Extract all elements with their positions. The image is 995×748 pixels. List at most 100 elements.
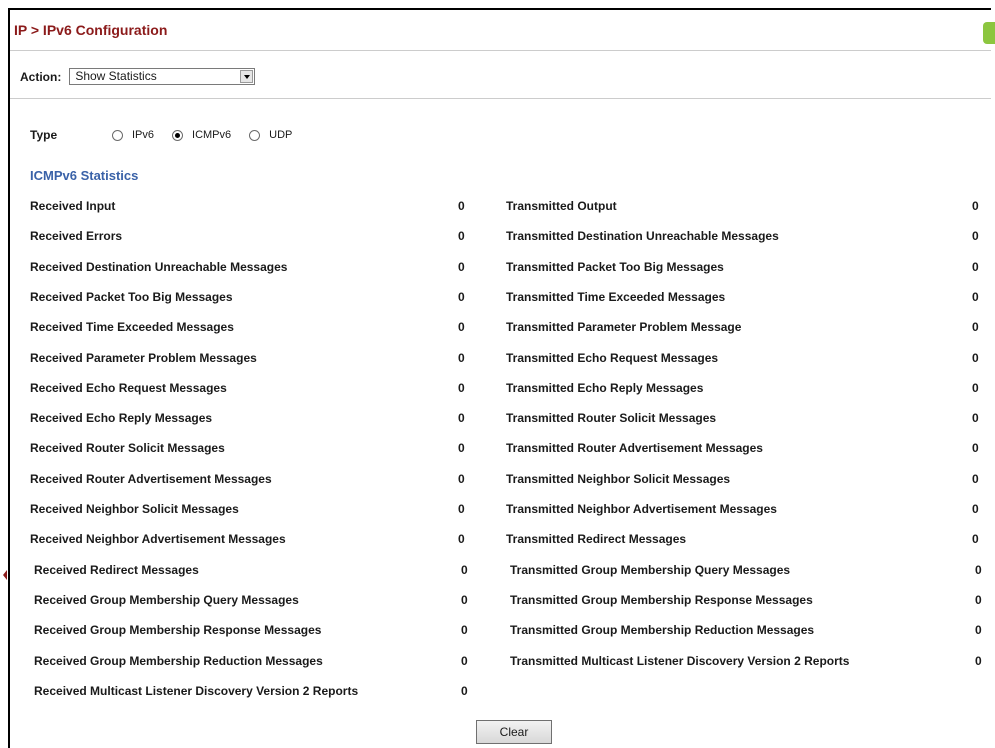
stat-value-received: 0 (458, 502, 465, 516)
stat-label-transmitted: Transmitted Group Membership Query Messa… (510, 562, 791, 577)
table-row: Received Time Exceeded Messages 0 Transmit… (10, 311, 991, 341)
stat-label-transmitted: Transmitted Redirect Messages (506, 532, 687, 547)
stat-label-transmitted: Transmitted Output (506, 199, 617, 213)
stat-value-transmitted: 0 (975, 653, 982, 668)
stat-value-transmitted: 0 (972, 350, 979, 365)
action-select-value: Show Statistics (75, 69, 157, 83)
margin-marker (3, 570, 7, 580)
stat-value-received: 0 (461, 562, 468, 577)
table-row: Received Router Solicit Messages 0 Transmi… (10, 432, 991, 462)
stat-label-transmitted: Transmitted Packet Too Big Messages (506, 259, 724, 274)
stat-value-transmitted: 0 (972, 532, 979, 547)
stat-value-received: 0 (461, 592, 468, 607)
stat-label-transmitted: Transmitted Multicast Listener Discovery… (510, 653, 850, 668)
radio-icmpv6[interactable] (172, 129, 184, 141)
type-option-ipv6[interactable]: IPv6 (112, 129, 154, 141)
stat-value-transmitted: 0 (972, 320, 979, 335)
stat-label-received: Received Echo Reply Messages (30, 411, 213, 426)
table-row: Received Multicast Listener Discovery Ve… (10, 675, 991, 705)
action-select[interactable]: Show Statistics (69, 68, 256, 85)
page-header: IP > IPv6 Configuration (14, 22, 167, 50)
stat-label-received: Received Group Membership Query Messages (34, 592, 299, 607)
table-row: Received Redirect Messages 0 Transmitted G… (10, 554, 991, 584)
stat-label-transmitted: Transmitted Router Solicit Messages (506, 411, 717, 426)
stat-label-received: Received Errors (30, 229, 123, 244)
stat-value-received: 0 (461, 653, 468, 668)
stat-label-received: Received Input (30, 199, 116, 213)
stat-value-received: 0 (461, 683, 468, 698)
table-row: Received Echo Request Messages 0 Transmitt… (10, 372, 991, 402)
stat-label-transmitted: Transmitted Neighbor Solicit Messages (506, 471, 731, 486)
stat-label-received: Received Parameter Problem Messages (30, 350, 257, 365)
stat-value-received: 0 (458, 441, 465, 456)
type-option-udp[interactable]: UDP (249, 129, 292, 141)
stat-value-transmitted: 0 (972, 380, 979, 395)
stat-value-transmitted: 0 (972, 502, 979, 516)
chevron-down-icon[interactable] (240, 70, 254, 83)
stat-label-transmitted: Transmitted Neighbor Advertisement Messa… (506, 502, 777, 516)
section-title: ICMPv6 Statistics (30, 168, 139, 183)
stat-label-received: Received Group Membership Reduction Mess… (34, 653, 323, 668)
stat-label-transmitted: Transmitted Time Exceeded Messages (506, 289, 726, 304)
stat-value-received: 0 (458, 350, 465, 365)
stat-label-received: Received Group Membership Response Messa… (34, 623, 322, 638)
stat-value-received: 0 (461, 623, 468, 638)
stat-value-transmitted: 0 (972, 289, 979, 304)
stat-value-transmitted: 0 (972, 229, 979, 244)
radio-udp[interactable] (249, 129, 261, 141)
table-row: Received Neighbor Advertisement Messages… (10, 523, 991, 553)
table-row: Received Errors 0 Transmitted Destination … (10, 220, 991, 250)
stat-value-transmitted: 0 (972, 471, 979, 486)
stat-label-transmitted: Transmitted Echo Request Messages (506, 350, 719, 365)
table-row: Received Group Membership Response Messa… (10, 614, 991, 644)
type-row: Type IPv6 ICMPv6 UDP (30, 128, 310, 142)
radio-icmpv6-label: ICMPv6 (192, 129, 232, 141)
stat-value-received: 0 (458, 289, 465, 304)
stat-value-received: 0 (458, 259, 465, 274)
stat-label-received: Received Multicast Listener Discovery Ve… (34, 683, 359, 698)
stat-value-received: 0 (458, 411, 465, 426)
stat-value-received: 0 (458, 380, 465, 395)
table-row: Received Neighbor Solicit Messages 0 Trans… (10, 493, 991, 523)
stat-value-transmitted: 0 (975, 592, 982, 607)
type-label: Type (30, 128, 58, 142)
radio-udp-label: UDP (269, 129, 293, 141)
stat-label-received: Received Neighbor Advertisement Messages (30, 532, 286, 547)
table-row: Received Destination Unreachable Message… (10, 251, 991, 281)
stat-label-transmitted: Transmitted Router Advertisement Message… (506, 441, 763, 456)
table-row: Received Echo Reply Messages 0 Transmitted… (10, 402, 991, 432)
radio-ipv6[interactable] (112, 129, 123, 141)
table-row: Received Router Advertisement Messages 0 T… (10, 463, 991, 493)
clear-button[interactable]: Clear (476, 720, 552, 744)
table-row: Received Group Membership Query Messages… (10, 584, 991, 614)
type-option-icmpv6[interactable]: ICMPv6 (172, 129, 231, 141)
stat-value-transmitted: 0 (972, 411, 979, 426)
table-row: Received Group Membership Reduction Mess… (10, 645, 991, 675)
page-title: IP > IPv6 Configuration (14, 22, 168, 38)
stat-label-received: Received Redirect Messages (34, 562, 199, 577)
divider (10, 50, 991, 51)
stat-value-received: 0 (458, 471, 465, 486)
stat-label-transmitted: Transmitted Echo Reply Messages (506, 380, 704, 395)
stat-value-received: 0 (458, 199, 465, 213)
page-frame: IP > IPv6 Configuration Action: Show Sta… (8, 8, 995, 748)
action-label: Action: (20, 69, 62, 84)
stat-label-received: Received Router Advertisement Messages (30, 471, 272, 486)
stat-label-received: Received Router Solicit Messages (30, 441, 225, 456)
stat-label-transmitted: Transmitted Parameter Problem Message (506, 320, 742, 335)
help-icon[interactable] (983, 22, 995, 44)
stat-value-transmitted: 0 (975, 623, 982, 638)
table-row: Received Input 0 Transmitted Output 0 (10, 190, 991, 220)
stat-value-transmitted: 0 (972, 441, 979, 456)
table-row: Received Parameter Problem Messages 0 Tran… (10, 342, 991, 372)
stat-label-received: Received Packet Too Big Messages (30, 289, 233, 304)
stat-value-received: 0 (458, 320, 465, 335)
stat-label-received: Received Destination Unreachable Message… (30, 259, 288, 274)
divider (10, 98, 991, 99)
stat-label-received: Received Echo Request Messages (30, 380, 227, 395)
stat-value-received: 0 (458, 532, 465, 547)
table-row: Received Packet Too Big Messages 0 Transmi… (10, 281, 991, 311)
stat-value-transmitted: 0 (972, 259, 979, 274)
stat-label-received: Received Time Exceeded Messages (30, 320, 234, 335)
stat-label-received: Received Neighbor Solicit Messages (30, 502, 239, 516)
